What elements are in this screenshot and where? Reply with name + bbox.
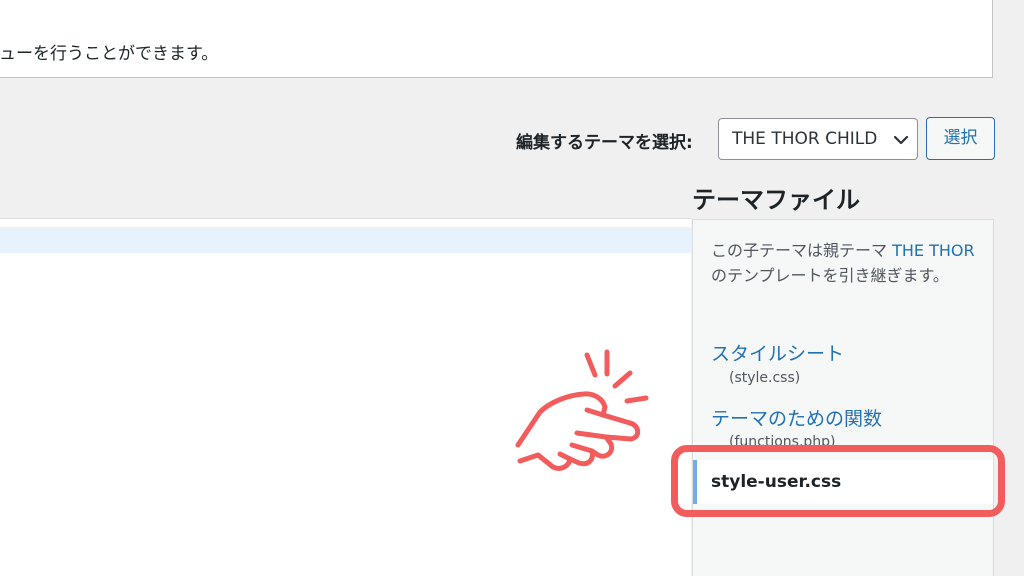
file-link-stylesheet[interactable]: スタイルシート [711, 339, 844, 366]
theme-select-label: 編集するテーマを選択: [516, 133, 693, 153]
theme-select-value: THE THOR CHILD [732, 129, 878, 149]
parent-theme-link[interactable]: THE THOR [892, 241, 975, 260]
pointing-hand-icon [515, 349, 649, 471]
child-theme-description: この子テーマは親テーマ THE THOR のテンプレートを引き継ぎます。 [711, 238, 979, 288]
file-item-style-user[interactable]: style-user.css [693, 460, 993, 504]
admin-notice: ューを行うことができます。 [0, 0, 993, 78]
notice-text: ューを行うことができます。 [0, 44, 219, 64]
file-link-functions[interactable]: テーマのための関数 [711, 404, 882, 431]
theme-files-panel: この子テーマは親テーマ THE THOR のテンプレートを引き継ぎます。 スタイ… [692, 219, 994, 576]
description-text-after: のテンプレートを引き継ぎます。 [711, 266, 949, 285]
theme-select-dropdown[interactable]: THE THOR CHILD [718, 118, 918, 160]
file-name-functions: (functions.php) [729, 434, 836, 450]
theme-files-heading: テーマファイル [692, 186, 860, 214]
chevron-down-icon [893, 135, 909, 145]
editor-active-line [0, 227, 691, 253]
select-theme-button[interactable]: 選択 [926, 117, 995, 160]
description-text-before: この子テーマは親テーマ [711, 241, 893, 260]
file-name-style-user: style-user.css [711, 472, 842, 492]
file-name-stylesheet: (style.css) [729, 370, 801, 386]
